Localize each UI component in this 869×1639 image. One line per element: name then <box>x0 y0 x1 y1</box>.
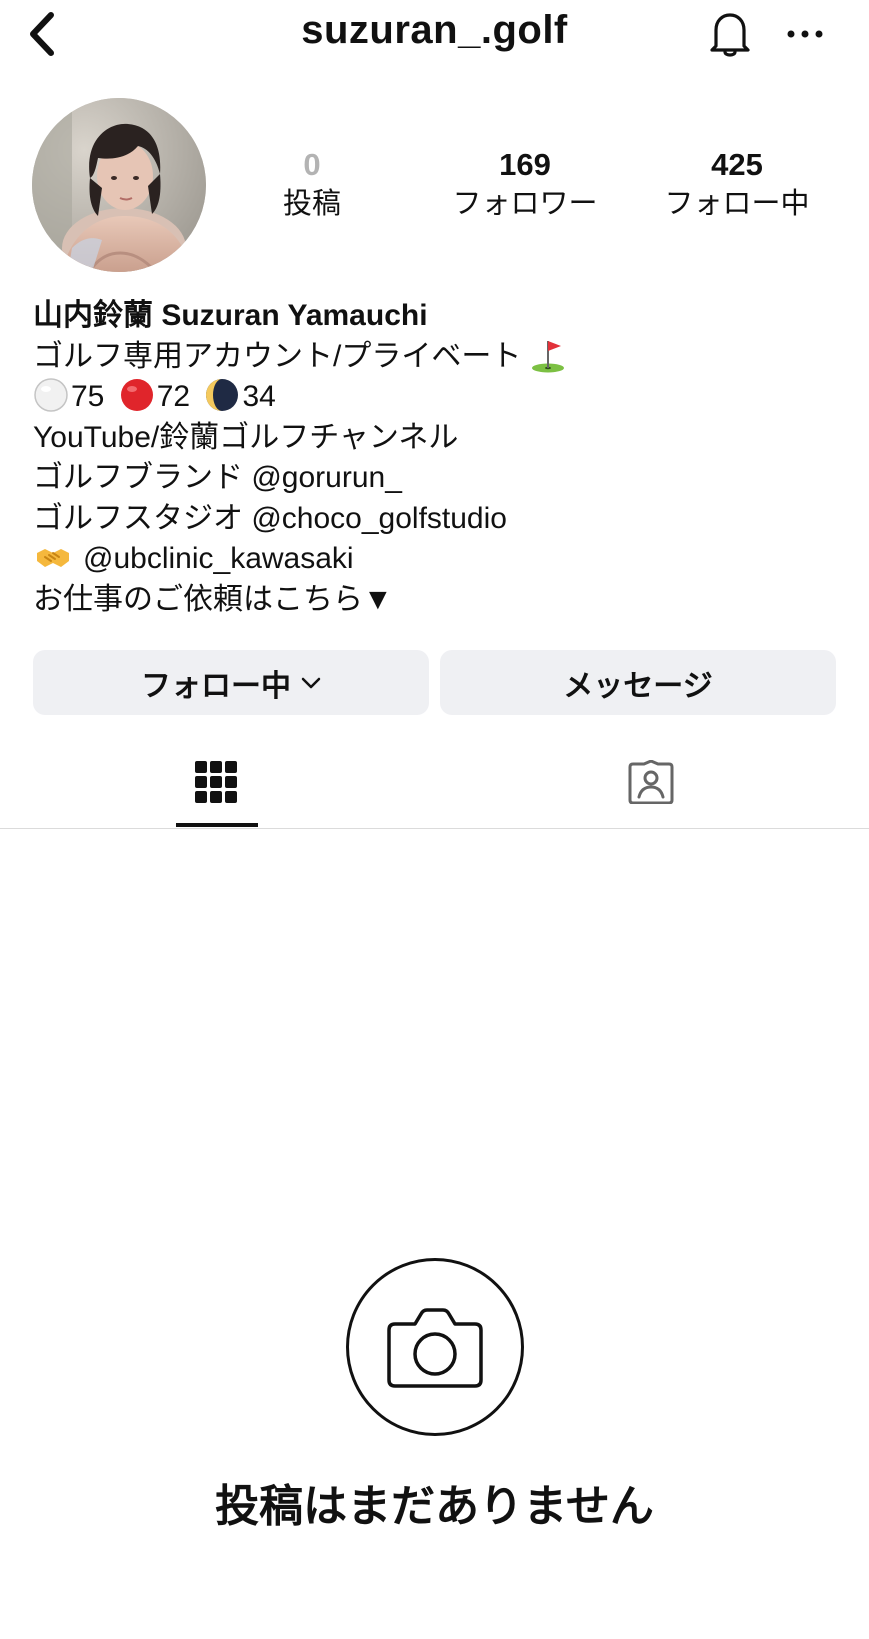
bell-icon <box>710 13 750 57</box>
display-name: 山内鈴蘭 Suzuran Yamauchi <box>33 299 428 332</box>
following-label: フォロー中 <box>664 188 810 220</box>
following-button[interactable]: フォロー中 <box>33 650 429 715</box>
bio-brand-text: ゴルフブランド <box>33 461 252 494</box>
profile-bio: 山内鈴蘭 Suzuran Yamauchi ゴルフ専用アカウント/プライベート … <box>33 296 853 620</box>
following-count: 425 <box>711 147 763 182</box>
mention-choco-golfstudio[interactable]: @choco_golfstudio <box>251 502 507 535</box>
empty-posts-icon-circle <box>346 1258 524 1436</box>
score-moon: 34 <box>242 380 276 413</box>
followers-count: 169 <box>499 147 551 182</box>
red-circle-icon <box>120 379 153 411</box>
moon-icon <box>206 379 239 411</box>
tagged-person-icon <box>628 760 674 804</box>
empty-posts-message: 投稿はまだありません <box>215 1482 654 1531</box>
white-circle-icon <box>34 378 68 412</box>
top-bar: suzuran_.golf <box>0 0 869 70</box>
mention-ubclinic-kawasaki[interactable]: @ubclinic_kawasaki <box>83 542 354 575</box>
message-button[interactable]: メッセージ <box>440 650 836 715</box>
mention-gorurun[interactable]: @gorurun_ <box>251 461 402 494</box>
bio-account-text: ゴルフ専用アカウント/プライベート <box>33 339 522 373</box>
score-white: 75 <box>71 380 105 413</box>
grid-icon <box>195 761 237 803</box>
following-button-label: フォロー中 <box>141 669 291 703</box>
chevron-down-icon <box>301 677 321 688</box>
bio-partner-line: @ubclinic_kawasaki <box>33 539 853 580</box>
followers-stat[interactable]: 169 フォロワー <box>430 146 620 224</box>
more-options-button[interactable] <box>782 14 828 54</box>
ellipsis-icon <box>787 30 823 38</box>
followers-label: フォロワー <box>452 188 598 220</box>
tab-tagged[interactable] <box>551 735 751 829</box>
profile-tabs <box>0 735 869 829</box>
bio-studio-line: ゴルフスタジオ @choco_golfstudio <box>33 499 853 540</box>
posts-label: 投稿 <box>282 188 341 220</box>
bio-work-inquiry-line: お仕事のご依頼はこちら▼ <box>33 582 393 616</box>
tab-posts-grid[interactable] <box>116 735 316 829</box>
bio-line-account: ゴルフ専用アカウント/プライベート <box>33 337 853 378</box>
golf-flag-icon <box>531 340 564 372</box>
bio-youtube-line: YouTube/鈴蘭ゴルフチャンネル <box>33 420 459 454</box>
posts-count: 0 <box>303 147 321 182</box>
bio-studio-text: ゴルフスタジオ <box>33 501 252 535</box>
avatar-photo <box>32 98 206 272</box>
notification-button[interactable] <box>706 8 754 60</box>
active-tab-indicator <box>176 823 258 827</box>
score-red: 72 <box>156 380 191 413</box>
following-stat[interactable]: 425 フォロー中 <box>642 146 832 224</box>
handshake-icon <box>37 549 69 567</box>
profile-avatar[interactable] <box>32 98 206 272</box>
message-button-label: メッセージ <box>563 669 713 703</box>
bio-brand-line: ゴルフブランド @gorurun_ <box>33 458 853 499</box>
posts-stat: 0 投稿 <box>217 146 407 224</box>
camera-icon <box>387 1308 483 1388</box>
bio-line-scores: 75 72 34 <box>33 377 853 418</box>
